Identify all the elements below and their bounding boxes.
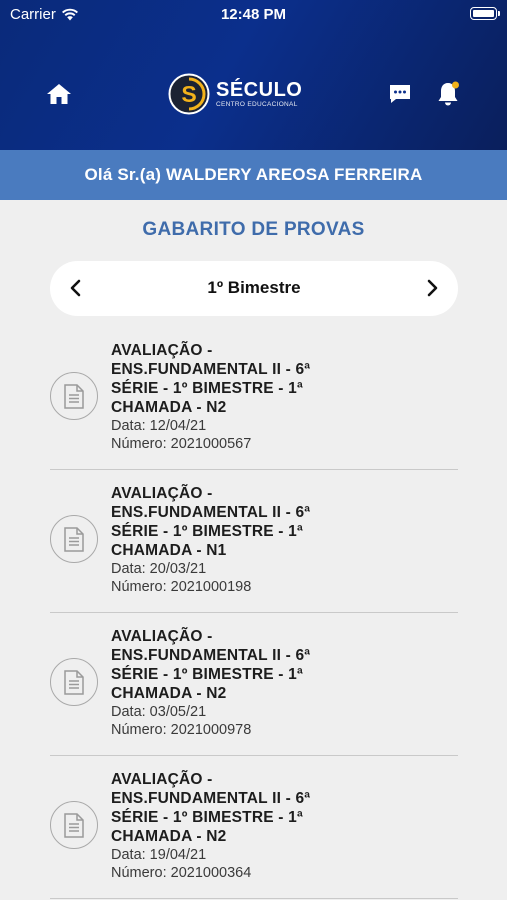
exam-list: AVALIAÇÃO - ENS.FUNDAMENTAL II - 6ª SÉRI… <box>50 327 458 899</box>
battery-icon <box>470 7 500 20</box>
chevron-right-icon <box>427 279 438 297</box>
period-selector: 1º Bimestre <box>50 261 458 316</box>
document-icon <box>50 658 98 706</box>
next-period-button[interactable] <box>420 276 444 300</box>
page-title: GABARITO DE PROVAS <box>142 219 365 240</box>
bell-icon <box>438 81 459 106</box>
document-icon <box>50 515 98 563</box>
exam-title-line: ENS.FUNDAMENTAL II - 6ª <box>111 647 311 664</box>
logo-subtitle: CENTRO EDUCACIONAL <box>216 100 298 108</box>
exam-date: Data: 19/04/21 <box>111 847 207 863</box>
exam-title-line: CHAMADA - N2 <box>111 685 227 702</box>
exam-date: Data: 12/04/21 <box>111 418 207 434</box>
home-button[interactable] <box>46 82 72 106</box>
svg-text:S: S <box>181 81 196 107</box>
exam-date: Data: 20/03/21 <box>111 561 207 577</box>
exam-title-line: ENS.FUNDAMENTAL II - 6ª <box>111 504 311 521</box>
status-bar: Carrier 12:48 PM <box>0 0 507 30</box>
exam-list-item[interactable]: AVALIAÇÃO - ENS.FUNDAMENTAL II - 6ª SÉRI… <box>50 327 458 470</box>
exam-title-line: SÉRIE - 1º BIMESTRE - 1ª <box>111 809 303 826</box>
exam-title-line: CHAMADA - N2 <box>111 828 227 845</box>
exam-title-line: AVALIAÇÃO - <box>111 771 213 788</box>
notifications-button[interactable] <box>436 80 462 108</box>
exam-number: Número: 2021000978 <box>111 722 252 738</box>
exam-title-line: AVALIAÇÃO - <box>111 628 213 645</box>
document-icon <box>50 801 98 849</box>
exam-number: Número: 2021000198 <box>111 579 252 595</box>
exam-title-line: AVALIAÇÃO - <box>111 342 213 359</box>
exam-title-line: SÉRIE - 1º BIMESTRE - 1ª <box>111 666 303 683</box>
school-logo: S SÉCULO CENTRO EDUCACIONAL <box>168 72 302 116</box>
exam-title-line: SÉRIE - 1º BIMESTRE - 1ª <box>111 523 303 540</box>
exam-list-item[interactable]: AVALIAÇÃO - ENS.FUNDAMENTAL II - 6ª SÉRI… <box>50 756 458 899</box>
status-time: 12:48 PM <box>220 6 287 23</box>
period-label: 1º Bimestre <box>207 278 301 297</box>
exam-date: Data: 03/05/21 <box>111 704 207 720</box>
message-icon <box>390 85 410 103</box>
greeting-bar: Olá Sr.(a) WALDERY AREOSA FERREIRA <box>0 150 507 200</box>
exam-list-item[interactable]: AVALIAÇÃO - ENS.FUNDAMENTAL II - 6ª SÉRI… <box>50 613 458 756</box>
document-icon <box>50 372 98 420</box>
exam-title-line: CHAMADA - N1 <box>111 542 227 559</box>
exam-title-line: AVALIAÇÃO - <box>111 485 213 502</box>
logo-title: SÉCULO <box>216 78 303 101</box>
exam-title-line: SÉRIE - 1º BIMESTRE - 1ª <box>111 380 303 397</box>
messages-button[interactable] <box>388 82 412 106</box>
app-header: Carrier 12:48 PM S SÉCULO CENTRO EDUCACI… <box>0 0 507 150</box>
logo-mark-icon: S <box>168 73 210 115</box>
exam-title-line: ENS.FUNDAMENTAL II - 6ª <box>111 790 311 807</box>
exam-number: Número: 2021000364 <box>111 865 252 881</box>
exam-title-line: ENS.FUNDAMENTAL II - 6ª <box>111 361 311 378</box>
exam-number: Número: 2021000567 <box>111 436 252 452</box>
exam-list-item[interactable]: AVALIAÇÃO - ENS.FUNDAMENTAL II - 6ª SÉRI… <box>50 470 458 613</box>
exam-title-line: CHAMADA - N2 <box>111 399 227 416</box>
home-icon <box>47 84 71 104</box>
